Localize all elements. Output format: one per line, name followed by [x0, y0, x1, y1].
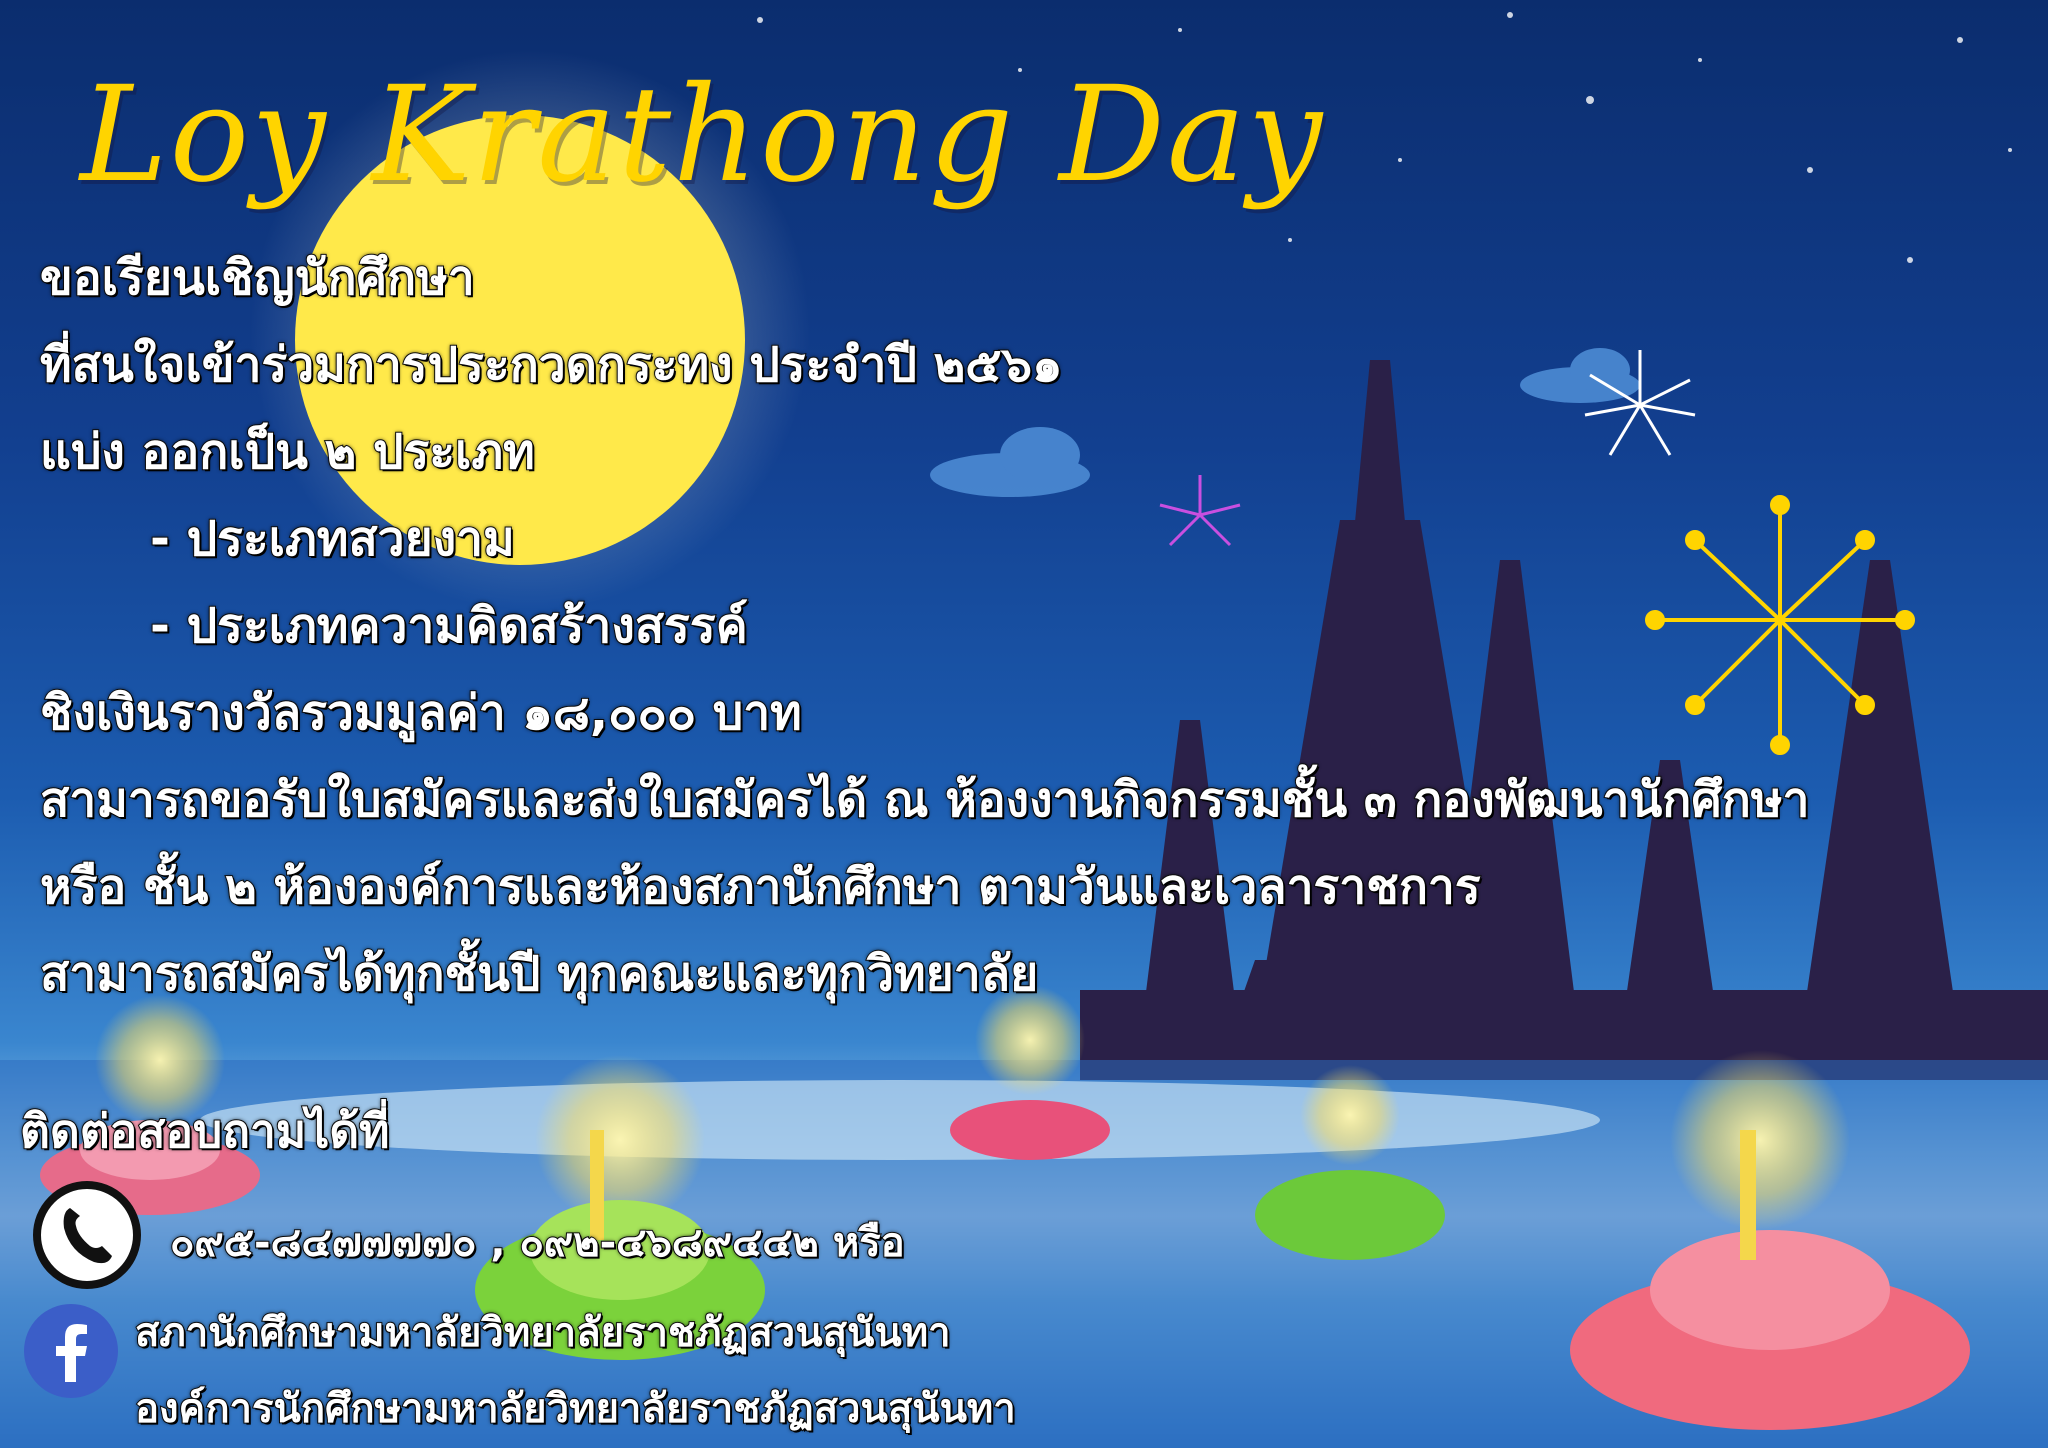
phone-icon: [33, 1181, 141, 1289]
apply-place-text: สามารถขอรับใบสมัครและส่งใบสมัครได้ ณ ห้อ…: [39, 771, 1810, 829]
facebook-page-organization: องค์การนักศึกษามหาลัยวิทยาลัยราชภัฏสวนสุ…: [134, 1385, 1017, 1433]
invite-text: ขอเรียนเชิญนักศึกษา: [39, 249, 476, 307]
interest-text: ที่สนใจเข้าร่วมการประกวดกระทง ประจำปี ๒๕…: [39, 336, 1063, 394]
temple-silhouette: [1080, 360, 2048, 1080]
eligibility-text: สามารถสมัครได้ทุกชั้นปี ทุกคณะและทุกวิทย…: [39, 945, 1039, 1003]
split-text: แบ่ง ออกเป็น ๒ ประเภท: [39, 423, 536, 481]
category-creative: - ประเภทความคิดสร้างสรรค์: [149, 597, 749, 655]
prize-text: ชิงเงินรางวัลรวมมูลค่า ๑๘,๐๐๐ บาท: [39, 684, 803, 742]
phone-numbers: ๐๙๕-๘๔๗๗๗๗๐ , ๐๙๒-๔๖๘๙๔๔๒ หรือ: [169, 1219, 906, 1267]
apply-place-text-2: หรือ ชั้น ๒ ห้ององค์การและห้องสภานักศึกษ…: [39, 858, 1482, 916]
contact-heading: ติดต่อสอบถามได้ที่: [19, 1103, 390, 1159]
facebook-page-council: สภานักศึกษามหาลัยวิทยาลัยราชภัฏสวนสุนันท…: [134, 1309, 952, 1357]
category-beauty: - ประเภทสวยงาม: [149, 510, 516, 568]
firework-purple: [1159, 475, 1241, 547]
facebook-icon: [24, 1304, 118, 1398]
poster-title: Loy Krathong Day: [80, 58, 1325, 212]
